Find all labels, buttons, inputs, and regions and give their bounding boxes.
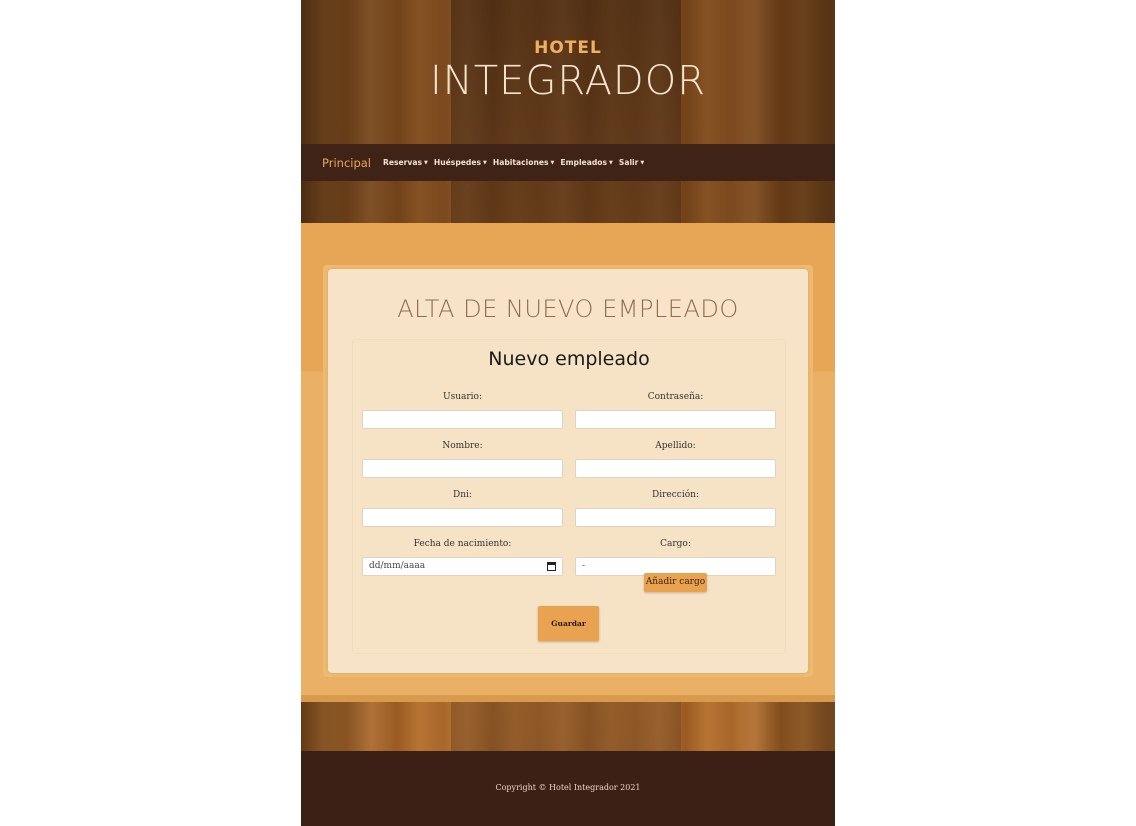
nombre-label: Nombre: xyxy=(442,441,483,451)
direccion-label: Dirección: xyxy=(652,490,699,500)
dni-input[interactable] xyxy=(362,508,563,527)
footer-copyright: Copyright © Hotel Integrador 2021 xyxy=(495,783,641,792)
apellido-input[interactable] xyxy=(575,459,776,478)
nav-item-label: Huéspedes xyxy=(433,158,482,167)
field-contrasena: Contraseña: xyxy=(575,392,776,429)
contrasena-label: Contraseña: xyxy=(647,392,704,402)
fecha-value: dd/mm/aaaa xyxy=(369,561,426,571)
nav-item-salir[interactable]: Salir ▼ xyxy=(619,158,644,167)
form-title: Nuevo empleado xyxy=(488,348,650,370)
navbar: Principal Reservas ▼ Huéspedes ▼ Habitacio… xyxy=(301,144,835,181)
fecha-label: Fecha de nacimiento: xyxy=(413,539,512,549)
dni-label: Dni: xyxy=(453,490,472,500)
apellido-label: Apellido: xyxy=(655,441,696,451)
usuario-label: Usuario: xyxy=(443,392,482,402)
usuario-input[interactable] xyxy=(362,410,563,429)
contrasena-input[interactable] xyxy=(575,410,776,429)
page: HOTEL INTEGRADOR Principal Reservas ▼ Hué… xyxy=(301,0,835,826)
caret-down-icon: ▼ xyxy=(424,160,428,166)
nav-item-empleados[interactable]: Empleados ▼ xyxy=(560,158,612,167)
caret-down-icon: ▼ xyxy=(483,160,487,166)
nav-item-habitaciones[interactable]: Habitaciones ▼ xyxy=(493,158,555,167)
main-section: ALTA DE NUEVO EMPLEADO Nuevo empleado Us… xyxy=(301,223,835,702)
nav-item-label: Salir xyxy=(618,158,639,167)
page-title: ALTA DE NUEVO EMPLEADO xyxy=(397,295,739,323)
employee-form: Nuevo empleado Usuario: Contraseña: Nomb… xyxy=(352,339,786,654)
calendar-icon[interactable] xyxy=(547,562,556,571)
field-usuario: Usuario: xyxy=(362,392,563,429)
caret-down-icon: ▼ xyxy=(550,160,555,166)
section-divider xyxy=(301,695,835,702)
nav-item-label: Habitaciones xyxy=(492,158,549,167)
nav-item-label: Reservas xyxy=(383,158,423,167)
field-nombre: Nombre: xyxy=(362,441,563,478)
hero-overlay xyxy=(301,0,835,223)
fecha-input[interactable]: dd/mm/aaaa xyxy=(362,557,563,576)
cargo-label: Cargo: xyxy=(660,539,691,549)
main-card: ALTA DE NUEVO EMPLEADO Nuevo empleado Us… xyxy=(328,269,808,673)
caret-down-icon: ▼ xyxy=(640,160,645,166)
field-dni: Dni: xyxy=(362,490,563,527)
field-fecha-nacimiento: Fecha de nacimiento: dd/mm/aaaa xyxy=(362,539,563,576)
nombre-input[interactable] xyxy=(362,459,563,478)
nav-home-link[interactable]: Principal xyxy=(322,156,371,170)
nav-item-reservas[interactable]: Reservas ▼ xyxy=(383,158,428,167)
direccion-input[interactable] xyxy=(575,508,776,527)
save-button[interactable]: Guardar xyxy=(538,606,599,641)
brand-small: HOTEL xyxy=(534,38,602,58)
field-direccion: Dirección: xyxy=(575,490,776,527)
nav-item-huespedes[interactable]: Huéspedes ▼ xyxy=(434,158,487,167)
field-apellido: Apellido: xyxy=(575,441,776,478)
brand-big: INTEGRADOR xyxy=(429,58,707,104)
field-cargo: Cargo: - xyxy=(575,539,776,576)
nav-item-label: Empleados xyxy=(560,158,607,167)
add-cargo-button[interactable]: Añadir cargo xyxy=(644,573,707,592)
caret-down-icon: ▼ xyxy=(609,160,613,166)
footer: Copyright © Hotel Integrador 2021 xyxy=(301,751,835,826)
